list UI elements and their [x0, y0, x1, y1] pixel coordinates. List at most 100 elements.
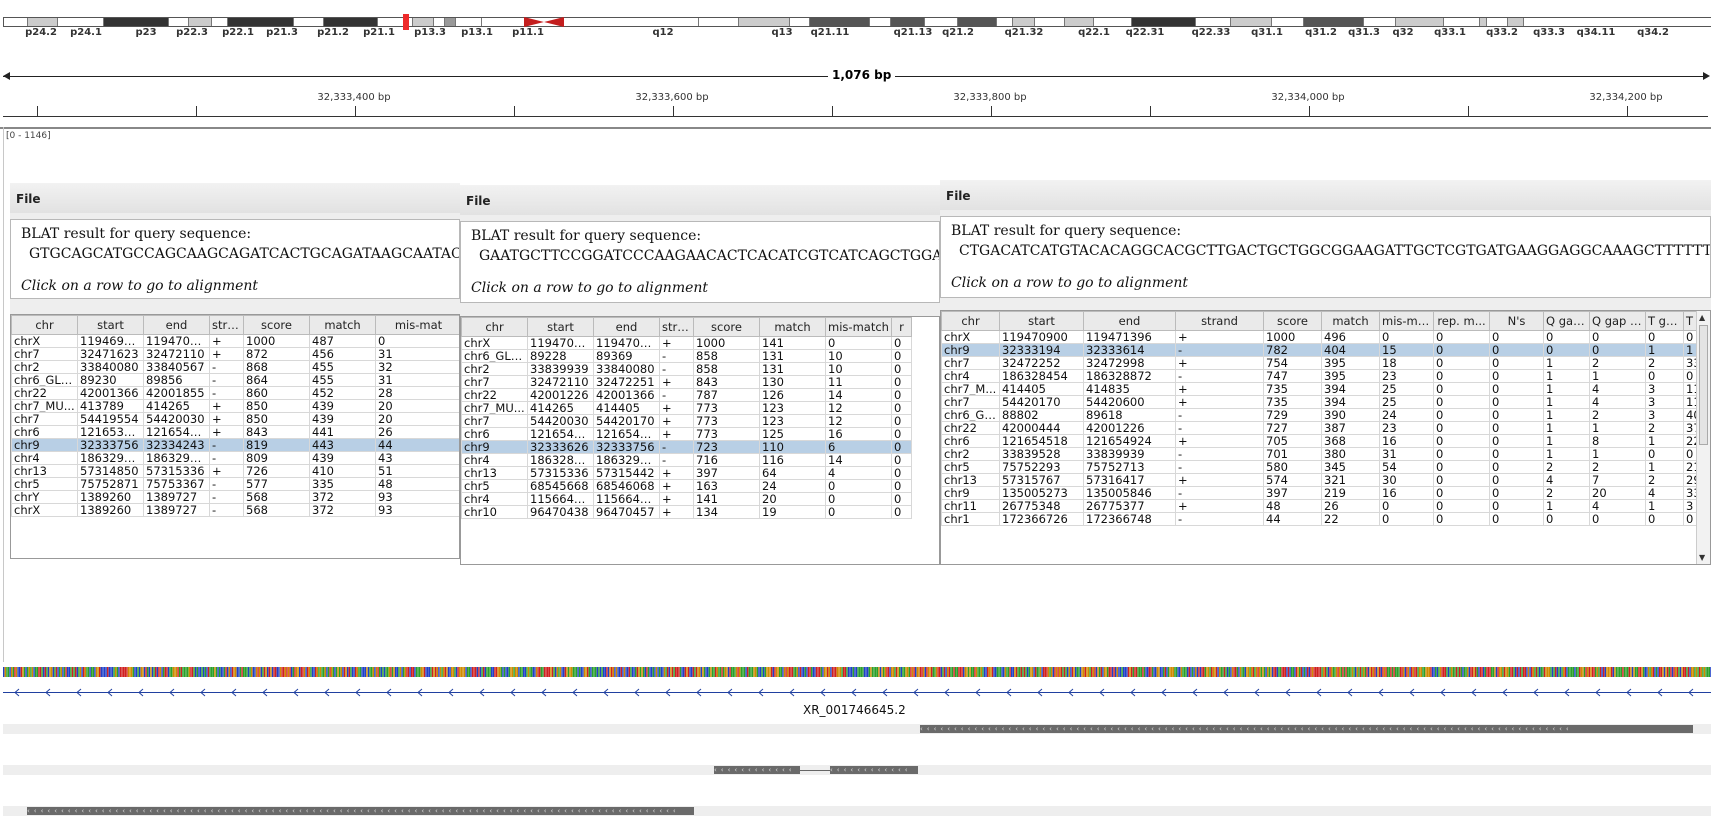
table-row[interactable]: chr5 75752871 75753367-577 335 48: [11, 477, 459, 491]
table-row[interactable]: chr224200044442001226-7273872300112372: [941, 421, 1710, 435]
ideogram-band[interactable]: [739, 18, 790, 26]
ideogram-band[interactable]: [1487, 18, 1508, 26]
scroll-up-icon[interactable]: ▲: [1699, 313, 1705, 322]
ideogram-band[interactable]: [699, 18, 739, 26]
ideogram-band[interactable]: [1272, 18, 1304, 26]
table-row[interactable]: chrY 1389260 1389727-568 372 93: [11, 490, 459, 504]
ideogram-band[interactable]: [294, 18, 324, 26]
ideogram-band[interactable]: [810, 18, 870, 26]
table-row[interactable]: chr2 33839939 33840080-858 131 10 0: [461, 362, 912, 376]
column-header[interactable]: end: [593, 317, 660, 337]
file-menu[interactable]: File: [940, 180, 1711, 210]
table-row[interactable]: chr13 57315336 57315442 +397 64 4 0: [461, 466, 912, 480]
table-row[interactable]: chr13 57314850 57315336 +726 410 51: [11, 464, 459, 478]
ideogram-band[interactable]: [997, 18, 1013, 26]
column-header[interactable]: chr: [11, 315, 78, 335]
ideogram-band[interactable]: [1396, 18, 1444, 26]
table-row[interactable]: chr7_MU... 414265 414405 +773 123 12 0: [461, 401, 912, 415]
column-header[interactable]: T ga...: [1645, 311, 1684, 331]
column-header[interactable]: strand: [209, 315, 244, 335]
column-header[interactable]: start: [77, 315, 144, 335]
column-header[interactable]: end: [1083, 311, 1176, 331]
table-row[interactable]: chr6_GL3... 89228 89369-858 131 10 0: [461, 349, 912, 363]
table-row[interactable]: chr2 33840080 33840567-868 455 32: [11, 360, 459, 374]
column-header[interactable]: score: [693, 317, 760, 337]
column-header[interactable]: mis-mat...: [1379, 311, 1434, 331]
column-header[interactable]: start: [527, 317, 594, 337]
ideogram-band[interactable]: [790, 18, 810, 26]
column-header[interactable]: score: [243, 315, 310, 335]
column-header[interactable]: match: [759, 317, 826, 337]
column-header[interactable]: chr: [941, 311, 1000, 331]
table-row[interactable]: chr5 75752293 75752713-580 345 54 0 0 2 2 1 21: [941, 460, 1710, 474]
ideogram-band[interactable]: [434, 18, 445, 26]
table-row[interactable]: chr4 186329010 186329492-809 439 43: [11, 451, 459, 465]
ideogram-band[interactable]: [1065, 18, 1094, 26]
table-row[interactable]: chr6 121654377 121654518 +773 125 16 0: [461, 427, 912, 441]
table-row[interactable]: chr7 54420030 54420170 +773 123 12 0: [461, 414, 912, 428]
ideogram-band[interactable]: [1480, 18, 1487, 26]
table-row[interactable]: chr6 121654518 121654924 +705 368 16 0 0 1 8 1 22: [941, 434, 1710, 448]
ideogram-band[interactable]: [1231, 18, 1272, 26]
column-header[interactable]: mis-mat: [375, 315, 459, 335]
table-row[interactable]: chr4 186328877 186329007-716 116 14 0: [461, 453, 912, 467]
table-row[interactable]: chr2 33839528 33839939-701 380 31 0 0 1 1 0 0: [941, 447, 1710, 461]
ideogram-band[interactable]: [1035, 18, 1065, 26]
column-header[interactable]: match: [1321, 311, 1380, 331]
table-row[interactable]: chr7_M... 414405 414835 +735 394 25 0 0 1 4 3 11: [941, 382, 1710, 396]
table-row[interactable]: chr1 172366726 172366748-44 22 0 0 0 0 0 0 0: [941, 512, 1710, 526]
ideogram-band[interactable]: [4, 18, 28, 26]
table-row[interactable]: chrX 119469660 119470147 +1000 487 0: [11, 334, 459, 348]
ideogram-band[interactable]: [1196, 18, 1231, 26]
table-row[interactable]: chr73247225232472998+7543951800122333: [941, 356, 1710, 370]
table-row[interactable]: chr7 32472110 32472251 +843 130 11 0: [461, 375, 912, 389]
column-header[interactable]: mis-match: [825, 317, 892, 337]
table-row[interactable]: chr6 121653903 121654377 +843 441 26: [11, 425, 459, 439]
chromosome-ideogram[interactable]: [3, 14, 1711, 30]
column-header[interactable]: score: [1263, 311, 1322, 331]
column-header[interactable]: Q gap b...: [1589, 311, 1646, 331]
table-vertical-scrollbar[interactable]: ▲ ▼: [1696, 311, 1710, 564]
table-row[interactable]: chr7_MU... 413789 414265 +850 439 20: [11, 399, 459, 413]
ideogram-band[interactable]: [58, 18, 104, 26]
table-row[interactable]: chr4 115664469 115664489 +141 20 0 0: [461, 492, 912, 506]
ideogram-band[interactable]: [1508, 18, 1524, 26]
scrollbar-thumb[interactable]: [1699, 325, 1708, 445]
gene-feature[interactable]: ‹‹‹‹‹‹‹‹‹‹‹‹‹‹‹‹‹‹‹‹‹‹‹‹‹‹‹‹‹‹‹‹‹‹‹‹‹‹‹‹…: [27, 807, 694, 815]
table-row[interactable]: chr6_GL...8880289618-7293902400123402: [941, 408, 1710, 422]
ideogram-band[interactable]: [1304, 18, 1364, 26]
ideogram-band[interactable]: [958, 18, 997, 26]
column-header[interactable]: rep. m...: [1433, 311, 1490, 331]
ideogram-band[interactable]: [28, 18, 58, 26]
table-row[interactable]: chr7 32471623 32472110 +872 456 31: [11, 347, 459, 361]
ideogram-band[interactable]: [1094, 18, 1132, 26]
column-header[interactable]: Q gap ...: [1543, 311, 1590, 331]
ideogram-band[interactable]: [1132, 18, 1196, 26]
table-row[interactable]: chr22 42001366 42001855-860 452 28: [11, 386, 459, 400]
table-row[interactable]: chr9 32333756 32334243-819 443 44: [11, 438, 459, 452]
table-row[interactable]: chrX 119470372 119470513 +1000 141 0 0: [461, 336, 912, 350]
table-row[interactable]: chr10 96470438 96470457 +134 19 0 0: [461, 505, 912, 519]
ideogram-band[interactable]: [925, 18, 958, 26]
ideogram-band[interactable]: [169, 18, 189, 26]
file-menu[interactable]: File: [10, 183, 460, 213]
table-row[interactable]: chr9135005273135005846-39721916002204338: [941, 486, 1710, 500]
column-header[interactable]: strand: [659, 317, 694, 337]
table-row[interactable]: chr135731576757316417+5743213000472299: [941, 473, 1710, 487]
ideogram-band[interactable]: [445, 18, 456, 26]
gene-feature[interactable]: ‹‹‹‹‹‹‹‹‹‹‹‹: [830, 766, 918, 774]
ideogram-band[interactable]: [456, 18, 482, 26]
ideogram-band[interactable]: [324, 18, 378, 26]
column-header[interactable]: N's: [1489, 311, 1544, 331]
file-menu[interactable]: File: [460, 185, 940, 215]
ideogram-band[interactable]: [1524, 18, 1711, 26]
column-header[interactable]: chr: [461, 317, 528, 337]
gene-feature[interactable]: ‹‹‹‹‹‹‹‹‹‹‹‹‹‹‹‹‹‹‹‹‹‹‹‹‹‹‹‹‹‹‹‹‹‹‹‹‹‹‹‹…: [920, 725, 1693, 733]
table-row[interactable]: chr7 54419554 54420030 +850 439 20: [11, 412, 459, 426]
column-header[interactable]: strand: [1175, 311, 1264, 331]
gene-feature[interactable]: ‹‹‹‹‹‹‹‹‹‹‹‹: [714, 766, 800, 774]
ideogram-band[interactable]: [104, 18, 169, 26]
column-header[interactable]: match: [309, 315, 376, 335]
table-row[interactable]: chr9 32333194 32333614-782 404 15 0 0 0 0 1 1: [941, 343, 1710, 357]
column-header[interactable]: start: [999, 311, 1084, 331]
